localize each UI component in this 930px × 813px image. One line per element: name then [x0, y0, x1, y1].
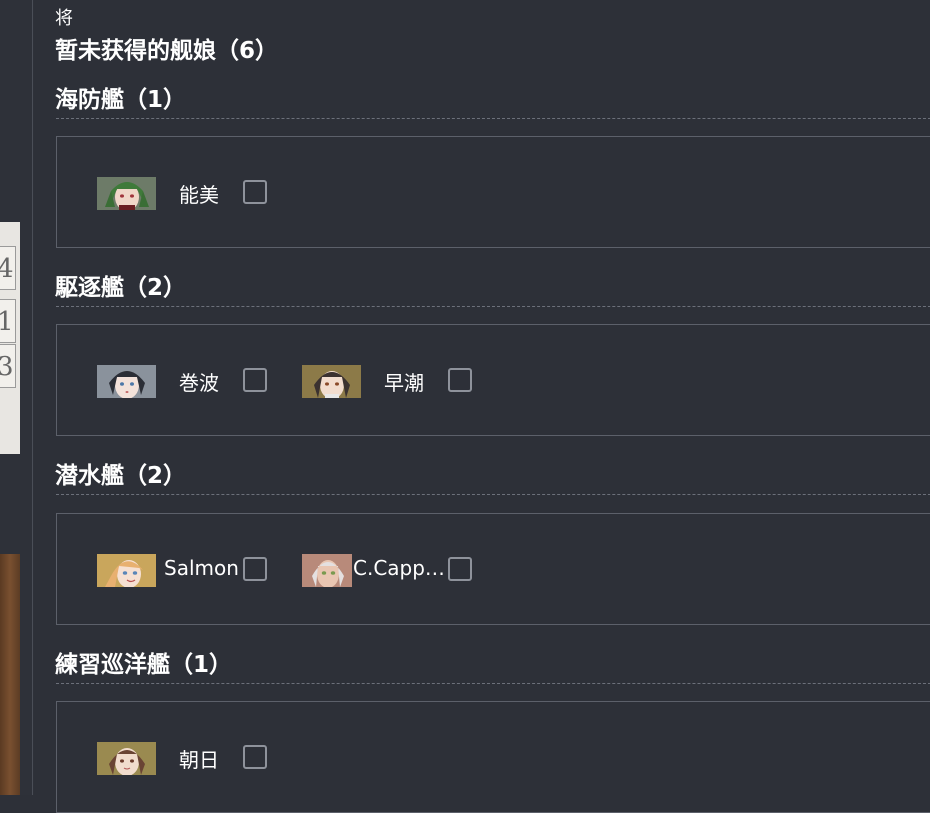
- missing-ships-panel: 将 暂未获得的舰娘（6） 海防艦（1） 能美 駆逐艦（2） 巻波 早潮 潜水艦（…: [34, 0, 930, 813]
- ship-checkbox[interactable]: [243, 557, 267, 581]
- ship-checkbox[interactable]: [448, 557, 472, 581]
- ship-checkbox[interactable]: [243, 368, 267, 392]
- section-box-kuchikukan: 巻波 早潮: [56, 324, 930, 436]
- ship-name: C.Capp…: [353, 556, 445, 580]
- section-title-kuchikukan: 駆逐艦（2）: [55, 275, 187, 301]
- section-title-kaibokan: 海防艦（1）: [55, 87, 187, 113]
- ship-name: 能美: [179, 183, 219, 207]
- background-digit: 1: [0, 299, 16, 343]
- portrait-blonde-hair-icon: [97, 554, 156, 587]
- section-divider: [56, 118, 930, 119]
- background-wood: [0, 554, 20, 795]
- section-divider: [56, 494, 930, 495]
- ship-name: Salmon: [164, 556, 239, 580]
- section-box-sensuikan: Salmon C.Capp…: [56, 513, 930, 625]
- ship-checkbox[interactable]: [243, 745, 267, 769]
- panel-edge-divider: [32, 0, 33, 795]
- portrait-silver-hair-icon: [302, 554, 352, 587]
- section-title-sensuikan: 潜水艦（2）: [55, 463, 187, 489]
- background-digit: 4: [0, 246, 16, 290]
- header-label: 将: [55, 8, 73, 29]
- portrait-dark-hair-icon: [97, 365, 156, 398]
- ship-checkbox[interactable]: [448, 368, 472, 392]
- portrait-auburn-hair-icon: [97, 742, 156, 775]
- portrait-green-hair-icon: [97, 177, 156, 210]
- section-divider: [56, 683, 930, 684]
- ship-checkbox[interactable]: [243, 180, 267, 204]
- background-card: 4 1 3: [0, 222, 20, 454]
- ship-name: 朝日: [179, 748, 219, 772]
- background-digit: 3: [0, 344, 16, 388]
- page-title: 暂未获得的舰娘（6）: [55, 38, 279, 64]
- ship-name: 巻波: [179, 371, 219, 395]
- section-title-renshu-junyokan: 練習巡洋艦（1）: [55, 652, 233, 678]
- section-box-renshu-junyokan: 朝日: [56, 701, 930, 813]
- section-box-kaibokan: 能美: [56, 136, 930, 248]
- ship-name: 早潮: [384, 371, 424, 395]
- portrait-brown-hair-icon: [302, 365, 361, 398]
- left-strip: 4 1 3: [0, 0, 34, 795]
- section-divider: [56, 306, 930, 307]
